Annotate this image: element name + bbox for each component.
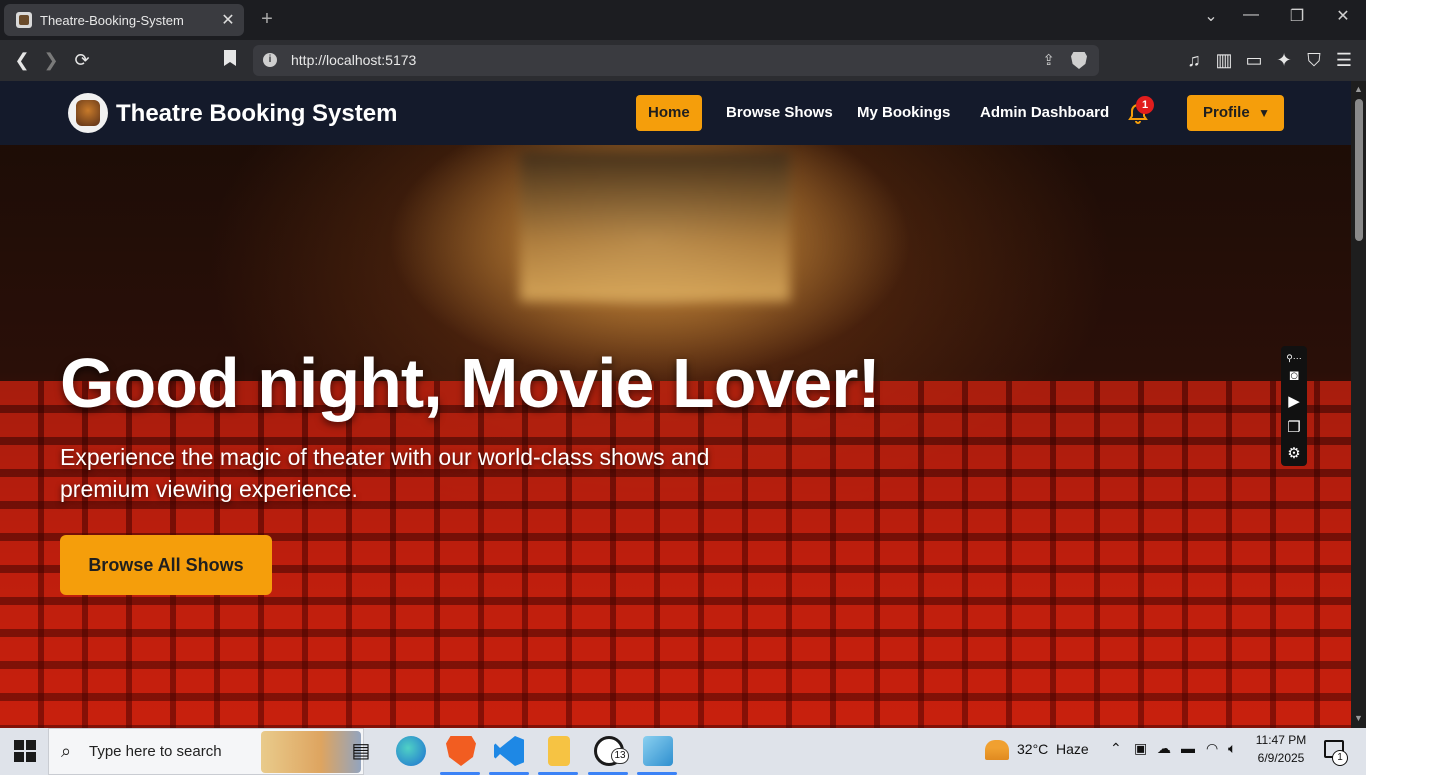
screen-margin	[1366, 0, 1437, 728]
nav-my-bookings[interactable]: My Bookings	[845, 95, 962, 131]
battery-icon[interactable]: ▬	[1181, 740, 1195, 756]
wifi-icon[interactable]: ◠	[1206, 740, 1218, 757]
pin-icon[interactable]: ⚲⋯	[1284, 348, 1304, 368]
notification-center-badge: 1	[1332, 750, 1348, 766]
app-icon[interactable]	[643, 736, 673, 766]
camera-icon[interactable]: ◙	[1284, 366, 1304, 386]
tab-title: Theatre-Booking-System	[40, 12, 184, 28]
site-brand[interactable]: Theatre Booking System	[116, 100, 397, 128]
scroll-down-icon[interactable]: ▼	[1354, 713, 1363, 723]
profile-label: Profile	[1203, 104, 1250, 121]
clock-date: 6/9/2025	[1257, 751, 1305, 765]
edge-icon[interactable]	[396, 736, 426, 766]
scrollbar-thumb[interactable]	[1355, 99, 1363, 241]
back-icon[interactable]: ❮	[11, 49, 33, 71]
tray-chevron-up-icon[interactable]: ⌃	[1110, 740, 1122, 757]
onedrive-icon[interactable]: ☁	[1157, 740, 1171, 757]
gear-icon[interactable]: ⚙	[1284, 444, 1304, 464]
hero-subtitle: Experience the magic of theater with our…	[60, 444, 710, 502]
reload-icon[interactable]: ⟳	[71, 49, 93, 71]
taskbar-search-placeholder: Type here to search	[89, 743, 222, 760]
vpn-shield-icon[interactable]: ⛉	[1303, 49, 1325, 71]
nav-admin-dashboard[interactable]: Admin Dashboard	[968, 95, 1121, 131]
hero-stage-image	[520, 151, 790, 301]
clock-time: 11:47 PM	[1255, 733, 1307, 747]
weather-desc[interactable]: Haze	[1056, 741, 1089, 757]
close-window-button[interactable]: ✕	[1328, 6, 1358, 26]
notification-badge: 1	[1136, 96, 1154, 114]
file-explorer-icon[interactable]	[548, 736, 570, 766]
brave-icon[interactable]	[446, 736, 476, 766]
tab-search-chevron-icon[interactable]: ⌄	[1196, 6, 1226, 26]
window-icon[interactable]: ❐	[1284, 418, 1304, 438]
browser-tab[interactable]: Theatre-Booking-System ✕	[4, 4, 244, 36]
weather-haze-icon[interactable]	[985, 740, 1009, 760]
chevron-down-icon: ▼	[1258, 106, 1270, 120]
site-logo[interactable]	[68, 93, 108, 133]
forward-icon[interactable]: ❯	[40, 49, 62, 71]
whatsapp-badge: 13	[611, 748, 629, 764]
taskbar-clock[interactable]: 11:47 PM 6/9/2025	[1248, 731, 1314, 767]
bookmark-icon[interactable]	[219, 49, 241, 71]
address-bar[interactable]: i http://localhost:5173 ⇪	[253, 45, 1099, 76]
browse-all-shows-button[interactable]: Browse All Shows	[60, 535, 272, 595]
screen-capture-toolbar: ⚲⋯ ◙ ▶ ❐ ⚙	[1281, 346, 1307, 466]
share-icon[interactable]: ⇪	[1042, 51, 1055, 69]
favicon-icon	[16, 12, 32, 28]
brave-shields-icon[interactable]	[1071, 52, 1087, 69]
minimize-button[interactable]: —	[1236, 6, 1266, 24]
music-icon[interactable]: ♫	[1183, 49, 1205, 71]
browser-tabstrip: Theatre-Booking-System ✕ + ⌄ — ❐ ✕	[0, 0, 1366, 40]
wallet-icon[interactable]: ▭	[1243, 49, 1265, 71]
hero-title: Good night, Movie Lover!	[60, 344, 881, 422]
nav-home[interactable]: Home	[636, 95, 702, 131]
weather-temp[interactable]: 32°C	[1017, 741, 1048, 757]
sidebar-icon[interactable]: ▥	[1213, 49, 1235, 71]
windows-start-icon[interactable]	[14, 740, 36, 762]
windows-taskbar: ⌕ Type here to search ▤ 13 32°C Haze ⌃ ▣…	[0, 728, 1366, 775]
page-scrollbar[interactable]: ▲ ▼	[1351, 81, 1366, 728]
scroll-up-icon[interactable]: ▲	[1354, 84, 1363, 94]
video-icon[interactable]: ▶	[1284, 392, 1304, 412]
profile-dropdown-button[interactable]: Profile ▼	[1187, 95, 1284, 131]
page-viewport: Theatre Booking System Home Browse Shows…	[0, 81, 1351, 728]
meet-icon[interactable]: ▣	[1134, 740, 1147, 757]
volume-icon[interactable]: 🔈︎	[1228, 740, 1236, 757]
site-navbar: Theatre Booking System Home Browse Shows…	[0, 81, 1351, 145]
restore-button[interactable]: ❐	[1282, 6, 1312, 26]
site-info-icon[interactable]: i	[263, 53, 277, 67]
search-icon: ⌕	[61, 741, 72, 761]
leo-ai-icon[interactable]: ✦	[1273, 49, 1295, 71]
menu-icon[interactable]: ☰	[1333, 49, 1355, 71]
taskbar-search[interactable]: ⌕ Type here to search	[48, 728, 364, 775]
screen-margin-bottom	[1366, 728, 1437, 775]
nav-browse-shows[interactable]: Browse Shows	[714, 95, 845, 131]
task-view-icon[interactable]: ▤	[346, 736, 376, 766]
tab-close-icon[interactable]: ✕	[220, 10, 236, 30]
new-tab-button[interactable]: +	[257, 8, 277, 31]
url-text: http://localhost:5173	[291, 52, 417, 68]
vscode-icon[interactable]	[494, 736, 524, 766]
